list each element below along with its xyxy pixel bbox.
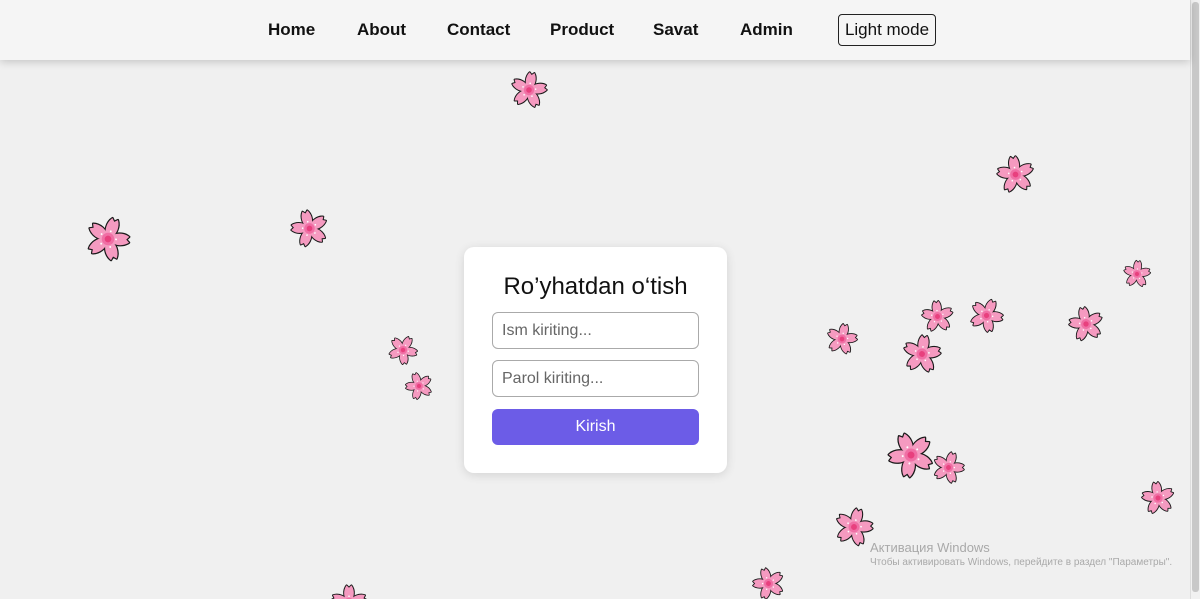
nav-about-link[interactable]: About bbox=[357, 20, 406, 40]
sakura-flower-icon bbox=[84, 215, 132, 263]
login-submit-button[interactable]: Kirish bbox=[492, 409, 699, 445]
theme-mode-button[interactable]: Light mode bbox=[838, 14, 936, 46]
sakura-flower-icon bbox=[1140, 480, 1176, 516]
sakura-flower-icon bbox=[995, 154, 1036, 195]
sakura-flower-icon bbox=[886, 430, 936, 480]
watermark-title: Активация Windows bbox=[870, 540, 990, 555]
sakura-flower-icon bbox=[329, 583, 369, 599]
sakura-flower-icon bbox=[404, 371, 434, 401]
password-input[interactable] bbox=[492, 360, 699, 397]
nav-contact-link[interactable]: Contact bbox=[447, 20, 510, 40]
login-card: Ro’yhatdan o‘tish Kirish bbox=[464, 247, 727, 473]
sakura-flower-icon bbox=[833, 506, 875, 548]
nav-home-link[interactable]: Home bbox=[268, 20, 315, 40]
top-navbar: Home About Contact Product Savat Admin L… bbox=[0, 0, 1190, 60]
sakura-flower-icon bbox=[968, 297, 1005, 334]
nav-savat-link[interactable]: Savat bbox=[653, 20, 698, 40]
name-input[interactable] bbox=[492, 312, 699, 349]
scrollbar-thumb[interactable] bbox=[1192, 2, 1199, 592]
sakura-flower-icon bbox=[931, 450, 966, 485]
sakura-flower-icon bbox=[387, 334, 419, 366]
sakura-flower-icon bbox=[901, 333, 943, 375]
sakura-flower-icon bbox=[289, 208, 330, 249]
sakura-flower-icon bbox=[1067, 305, 1105, 343]
sakura-flower-icon bbox=[751, 566, 786, 599]
page-scrollbar[interactable] bbox=[1190, 0, 1200, 599]
login-title: Ro’yhatdan o‘tish bbox=[503, 273, 688, 300]
sakura-flower-icon bbox=[920, 299, 955, 334]
nav-admin-link[interactable]: Admin bbox=[740, 20, 793, 40]
sakura-flower-icon bbox=[1122, 259, 1152, 289]
windows-activation-watermark: Активация Windows Чтобы активировать Win… bbox=[870, 540, 1172, 568]
watermark-subtitle: Чтобы активировать Windows, перейдите в … bbox=[870, 557, 1173, 568]
sakura-flower-icon bbox=[825, 322, 859, 356]
sakura-flower-icon bbox=[509, 70, 549, 110]
nav-product-link[interactable]: Product bbox=[550, 20, 614, 40]
